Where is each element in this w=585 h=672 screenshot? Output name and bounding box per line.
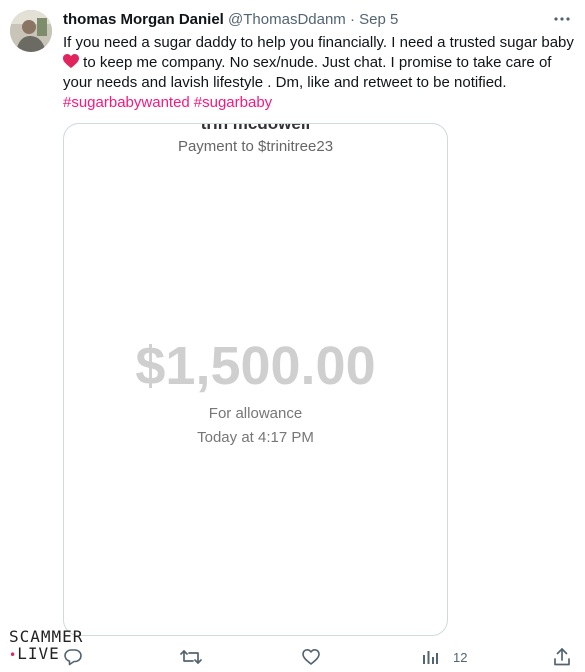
avatar[interactable] [10, 10, 52, 52]
retweet-icon [180, 647, 202, 667]
like-button[interactable] [301, 646, 335, 668]
recipient-name: trin mcdowell [200, 123, 311, 133]
watermark-line2-wrap: •LIVE [9, 646, 119, 663]
share-button[interactable] [553, 646, 571, 668]
payment-recipient: Payment to $trinitree23 [177, 138, 334, 155]
tweet-text: If you need a sugar daddy to help you fi… [63, 33, 578, 113]
display-name[interactable]: thomas Morgan Daniel [63, 11, 224, 28]
hashtag-link[interactable]: #sugarbabywanted [63, 94, 190, 111]
tweet-actions: 12 [63, 646, 578, 670]
views-button[interactable]: 12 [421, 646, 467, 668]
media-image[interactable]: trin mcdowell Payment to $trinitree23 $1… [63, 123, 448, 636]
heart-emoji-icon [63, 54, 79, 69]
tweet-date[interactable]: Sep 5 [359, 11, 398, 28]
like-icon [301, 647, 321, 667]
tweet-text-part2: to keep me company. No sex/nude. Just ch… [63, 54, 552, 91]
watermark-line1: SCAMMER [9, 627, 84, 646]
payment-amount: $1,500.00 [135, 336, 376, 396]
watermark-dot-icon: • [9, 648, 18, 662]
separator-dot: · [349, 11, 355, 28]
more-icon[interactable] [553, 10, 571, 28]
views-count: 12 [453, 649, 468, 665]
watermark-line2: LIVE [17, 644, 60, 663]
watermark: SCAMMER •LIVE [9, 629, 119, 669]
payment-memo: For allowance [208, 405, 303, 422]
payment-timestamp: Today at 4:17 PM [197, 429, 314, 446]
hashtag-link[interactable]: #sugarbaby [194, 94, 272, 111]
hashtags: #sugarbabywanted #sugarbaby [63, 93, 578, 113]
share-icon [553, 647, 571, 667]
tweet-header: thomas Morgan Daniel @ThomasDdanm · Sep … [63, 11, 398, 29]
tweet[interactable]: thomas Morgan Daniel @ThomasDdanm · Sep … [0, 0, 585, 672]
user-handle[interactable]: @ThomasDdanm [228, 11, 346, 28]
retweet-button[interactable] [180, 646, 216, 668]
tweet-text-part1: If you need a sugar daddy to help you fi… [63, 34, 574, 51]
views-icon [421, 648, 439, 666]
